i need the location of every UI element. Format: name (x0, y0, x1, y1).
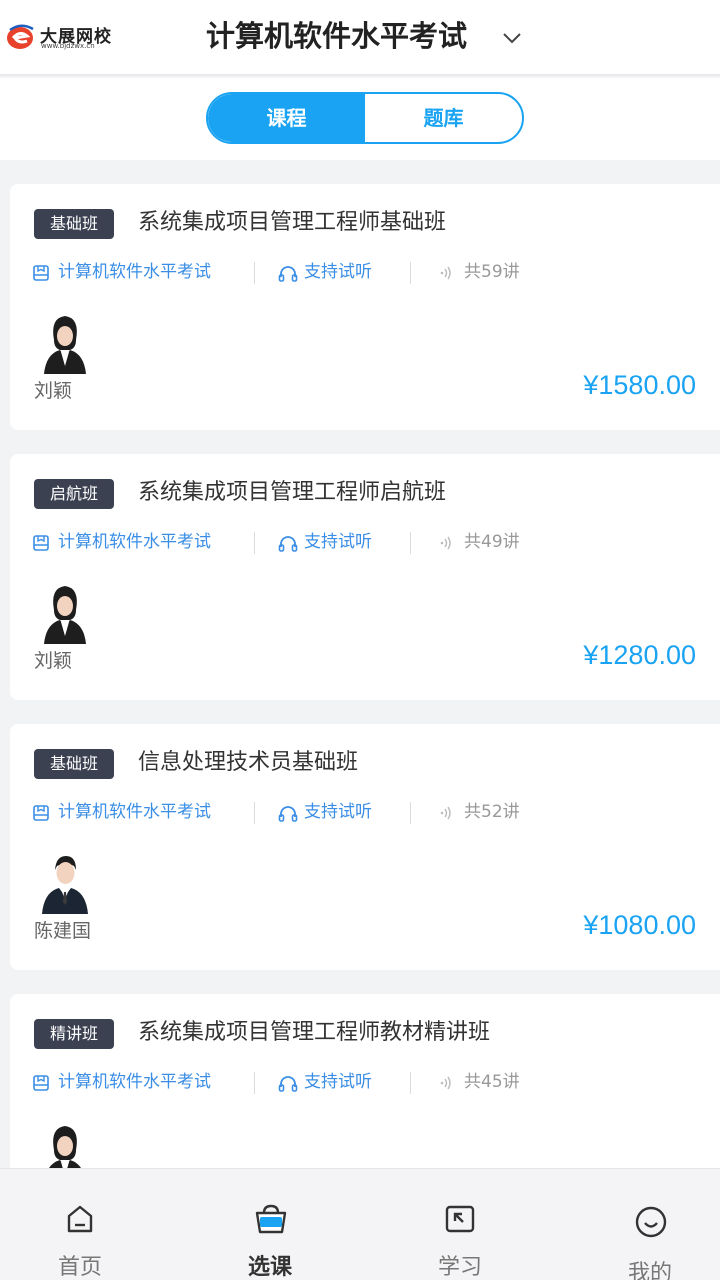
audio-wave-icon (440, 536, 451, 550)
course-list: 基础班 系统集成项目管理工程师基础班 计算机软件水平考试 支持试听 共59讲 刘… (0, 160, 720, 1168)
divider (254, 802, 255, 824)
category-label: 计算机软件水平考试 (58, 1072, 211, 1092)
headphones-icon (278, 536, 298, 552)
course-meta: 计算机软件水平考试 支持试听 共59讲 (32, 258, 552, 286)
teacher-name: 刘颖 (34, 380, 73, 402)
class-badge: 基础班 (34, 749, 114, 779)
teacher-avatar (44, 316, 86, 374)
smiley-icon (635, 1206, 667, 1238)
basket-icon (255, 1204, 287, 1234)
teacher-avatar (49, 1126, 81, 1168)
course-price: ¥1580.00 (583, 370, 696, 400)
divider (254, 1072, 255, 1094)
class-badge: 启航班 (34, 479, 114, 509)
app-header: 大展网校 www.bjdzwx.cn 计算机软件水平考试 (0, 0, 720, 76)
course-price: ¥1080.00 (583, 910, 696, 940)
book-icon (33, 535, 49, 551)
logo-mark-icon (7, 24, 34, 49)
course-meta: 计算机软件水平考试 支持试听 共52讲 (32, 798, 552, 826)
nav-home[interactable]: 首页 (20, 1169, 140, 1280)
lesson-count-label: 共45讲 (464, 1072, 520, 1092)
course-title: 系统集成项目管理工程师基础班 (138, 210, 447, 235)
study-icon (445, 1205, 475, 1233)
divider (410, 1072, 411, 1094)
page-title: 计算机软件水平考试 (206, 19, 468, 53)
exam-selector[interactable]: 计算机软件水平考试 (206, 14, 521, 58)
headphones-icon (278, 1076, 298, 1092)
course-card[interactable]: 启航班 系统集成项目管理工程师启航班 计算机软件水平考试 支持试听 共49讲 刘… (10, 454, 720, 700)
book-icon (33, 805, 49, 821)
tab-courses[interactable]: 课程 (208, 94, 365, 142)
lesson-count-label: 共49讲 (464, 532, 520, 552)
course-meta: 计算机软件水平考试 支持试听 共49讲 (32, 528, 552, 556)
nav-study-label: 学习 (437, 1255, 482, 1280)
headphones-icon (278, 806, 298, 822)
nav-profile[interactable]: 我的 (590, 1169, 710, 1280)
tab-question-bank[interactable]: 题库 (365, 94, 522, 142)
chevron-down-icon (503, 33, 521, 44)
class-badge: 精讲班 (34, 1019, 114, 1049)
teacher-name: 陈建国 (34, 920, 92, 942)
audio-wave-icon (440, 266, 451, 280)
course-title: 系统集成项目管理工程师启航班 (138, 480, 447, 505)
teacher-avatar (44, 586, 86, 644)
course-card[interactable]: 基础班 系统集成项目管理工程师基础班 计算机软件水平考试 支持试听 共59讲 刘… (10, 184, 720, 430)
nav-home-label: 首页 (57, 1255, 102, 1280)
nav-courses[interactable]: 选课 (210, 1169, 330, 1280)
course-card[interactable]: 精讲班 系统集成项目管理工程师教材精讲班 计算机软件水平考试 支持试听 共45讲 (10, 994, 720, 1168)
divider (410, 802, 411, 824)
segmented-control: 课程 题库 (206, 92, 524, 144)
audio-wave-icon (440, 1076, 451, 1090)
teacher-avatar (42, 856, 88, 914)
trial-label: 支持试听 (304, 262, 372, 282)
category-label: 计算机软件水平考试 (58, 802, 211, 822)
course-title: 系统集成项目管理工程师教材精讲班 (138, 1020, 491, 1045)
divider (410, 262, 411, 284)
nav-profile-label: 我的 (627, 1261, 672, 1280)
divider (254, 532, 255, 554)
category-label: 计算机软件水平考试 (58, 262, 211, 282)
class-badge: 基础班 (34, 209, 114, 239)
home-icon (67, 1205, 93, 1233)
lesson-count-label: 共52讲 (464, 802, 520, 822)
course-price: ¥1280.00 (583, 640, 696, 670)
course-meta: 计算机软件水平考试 支持试听 共45讲 (32, 1068, 552, 1096)
nav-study[interactable]: 学习 (400, 1169, 520, 1280)
logo[interactable]: 大展网校 www.bjdzwx.cn (6, 20, 126, 54)
teacher-name: 刘颖 (34, 650, 73, 672)
trial-label: 支持试听 (304, 1072, 372, 1092)
category-label: 计算机软件水平考试 (58, 532, 211, 552)
book-icon (33, 265, 49, 281)
divider (410, 532, 411, 554)
logo-url: www.bjdzwx.cn (41, 42, 95, 50)
course-title: 信息处理技术员基础班 (138, 750, 359, 775)
trial-label: 支持试听 (304, 532, 372, 552)
audio-wave-icon (440, 806, 451, 820)
tab-bar: 课程 题库 (0, 78, 720, 160)
trial-label: 支持试听 (304, 802, 372, 822)
headphones-icon (278, 266, 298, 282)
book-icon (33, 1075, 49, 1091)
lesson-count-label: 共59讲 (464, 262, 520, 282)
divider (254, 262, 255, 284)
bottom-nav: 首页 选课 学习 我的 (0, 1168, 720, 1280)
nav-courses-label: 选课 (247, 1255, 292, 1280)
course-card[interactable]: 基础班 信息处理技术员基础班 计算机软件水平考试 支持试听 共52讲 陈建国 ¥… (10, 724, 720, 970)
